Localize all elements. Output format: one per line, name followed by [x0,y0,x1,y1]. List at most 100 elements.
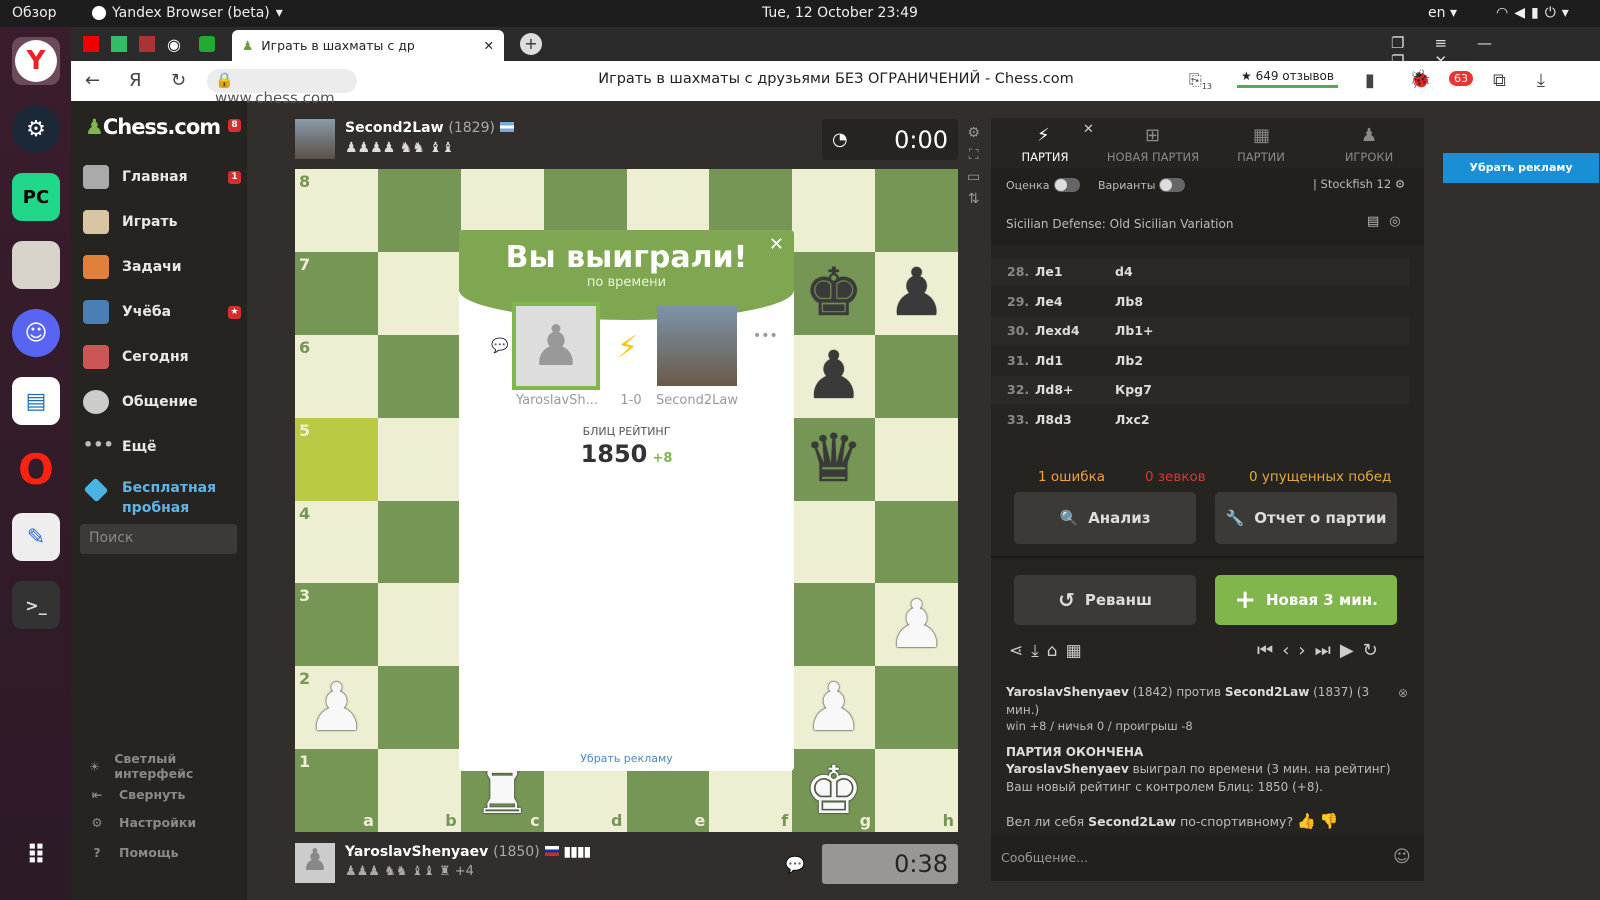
analysis-button[interactable]: 🔍 Анализ [1014,492,1196,544]
square-b1[interactable]: b [377,749,461,832]
square-h6[interactable] [875,334,958,418]
share-tools[interactable]: ⋖⤓⌂▦ [1009,641,1090,661]
missed-wins-count[interactable]: 0 упущенных побед [1249,469,1391,485]
move-san[interactable]: Лd1 [1035,353,1063,368]
sidebar-item-learn[interactable]: Учёба ★ [83,299,247,325]
white-pawn-piece[interactable]: ♟ [875,583,958,666]
square-h1[interactable]: h [875,749,958,832]
terminal-icon[interactable]: >_ [12,581,60,629]
move-san[interactable]: Л8d3 [1035,412,1072,427]
prev-move-icon[interactable]: ‹ [1282,640,1298,661]
opera-icon[interactable]: O [12,445,60,494]
analysis-board-icon[interactable]: ▦ [1066,641,1090,661]
message-input[interactable]: Сообщение... [1001,850,1088,865]
flip-board-icon[interactable]: ⇅ [967,188,980,210]
player-info[interactable]: YaroslavShenyaev (1850) ▮▮▮▮ [345,844,591,860]
black-queen-piece[interactable]: ♛ [792,418,875,501]
overview-button[interactable]: Обзор [12,5,57,21]
collections-icon[interactable]: ❐ [1391,34,1434,52]
language-indicator[interactable]: en ▾ [1428,5,1457,21]
emoji-icon[interactable]: ☺ [1393,847,1411,867]
square-g4[interactable] [792,500,876,584]
thumbs-down-icon[interactable]: 👎 [1320,812,1339,830]
square-g7[interactable]: ♚ [792,251,876,335]
square-b4[interactable] [377,500,461,584]
square-h2[interactable] [875,666,958,750]
square-g6[interactable]: ♟ [792,334,876,418]
collapse-button[interactable]: ⇤ Свернуть [89,787,186,802]
chesscom-logo[interactable]: ♟Chess.com [85,115,221,139]
tab-close-icon[interactable]: ✕ [1083,122,1094,137]
square-h7[interactable]: ♟ [875,251,958,335]
square-g1[interactable]: g ♚ [792,749,876,832]
sidebar-item-home[interactable]: Главная 1 [83,164,247,190]
tab-players[interactable]: ♟ ИГРОКИ [1315,120,1423,164]
square-g3[interactable] [792,583,876,667]
square-b8[interactable] [377,169,461,252]
square-g2[interactable]: ♟ [792,666,876,750]
move-san[interactable]: Лd8+ [1035,382,1074,397]
bookmark-icon[interactable]: ▮ [1365,70,1375,91]
square-h5[interactable] [875,417,958,501]
sidebar-item-today[interactable]: Сегодня [83,344,189,370]
tab-close-icon[interactable]: ✕ [484,38,494,53]
library-icon[interactable]: ⌂ [1047,641,1066,661]
thumbs-up-icon[interactable]: 👍 [1297,812,1316,830]
black-pawn-piece[interactable]: ♟ [792,335,875,418]
square-h3[interactable]: ♟ [875,583,958,667]
help-button[interactable]: ? Помощь [89,845,178,860]
status-icons[interactable]: ◠◀▮⏻▾ [1496,5,1575,21]
white-pawn-piece[interactable]: ♟ [295,666,378,749]
square-b6[interactable] [377,334,461,418]
share-icon[interactable]: ⋖ [1009,641,1031,661]
remove-ads-button[interactable]: Убрать рекламу [1443,153,1599,183]
first-move-icon[interactable]: ⏮ [1257,640,1282,661]
move-san[interactable]: Ле4 [1035,294,1063,309]
square-h4[interactable] [875,500,958,584]
sidebar-item-more[interactable]: ••• Ещё [83,434,157,460]
libreoffice-impress-icon[interactable]: ▤ [12,377,60,425]
move-san[interactable]: Лb8 [1115,294,1143,309]
new-tab-button[interactable]: + [520,33,542,55]
text-editor-icon[interactable]: ✎ [12,513,60,561]
discord-icon[interactable]: ☺ [12,309,60,357]
light-theme-toggle[interactable]: ☀ Светлый интерфейс [89,751,209,781]
new-game-button[interactable]: + Новая 3 мин. [1215,575,1397,625]
square-a8[interactable]: 8 [295,169,378,252]
app-menu[interactable]: Yandex Browser (beta) ▾ [92,5,283,21]
move-san[interactable]: Лb1+ [1115,323,1154,338]
square-g8[interactable] [792,169,876,252]
white-king-piece[interactable]: ♚ [792,749,875,832]
sidebar-item-trial[interactable]: Бесплатная пробная подписка [83,477,252,536]
pinned-tab-3-icon[interactable] [139,36,155,52]
engine-name[interactable]: | Stockfish 12 ⚙ [1313,177,1405,191]
blunders-count[interactable]: 0 зевков [1145,469,1206,485]
url-field[interactable]: 🔒 www.chess.com [207,69,357,107]
square-b3[interactable] [377,583,461,667]
pinned-tab-2-icon[interactable] [111,36,127,52]
back-icon[interactable]: ← [85,70,100,91]
mistakes-count[interactable]: 1 ошибка [1038,469,1105,485]
white-pawn-piece[interactable]: ♟ [792,666,875,749]
square-a4[interactable]: 4 [295,500,378,584]
move-san[interactable]: Лxc2 [1115,412,1150,427]
remove-ads-link[interactable]: Убрать рекламу [459,752,794,765]
opponent-info[interactable]: Second2Law (1829) [345,120,514,136]
settings-button[interactable]: ⚙ Настройки [89,815,196,830]
black-king-piece[interactable]: ♚ [792,252,875,335]
square-b7[interactable] [377,251,461,335]
black-pawn-piece[interactable]: ♟ [875,252,958,335]
yandex-icon[interactable]: Я [129,70,142,91]
next-move-icon[interactable]: › [1298,640,1314,661]
files-icon[interactable] [12,241,60,289]
square-b2[interactable] [377,666,461,750]
reviews-badge[interactable]: ★ 649 отзывов [1237,67,1338,88]
fullscreen-icon[interactable]: ⛶ [967,144,980,166]
pinned-tab-5-icon[interactable] [199,36,215,52]
adblock-icon[interactable]: 63 [1449,71,1473,86]
more-options-icon[interactable]: ••• [753,328,778,344]
opening-icons[interactable]: ▤◎ [1367,214,1411,229]
tab-active[interactable]: ♟ Играть в шахматы с др ✕ [232,30,504,61]
github-tab-icon[interactable]: ◉ [167,35,181,54]
chat-toggle-icon[interactable]: 💬 [785,855,805,874]
